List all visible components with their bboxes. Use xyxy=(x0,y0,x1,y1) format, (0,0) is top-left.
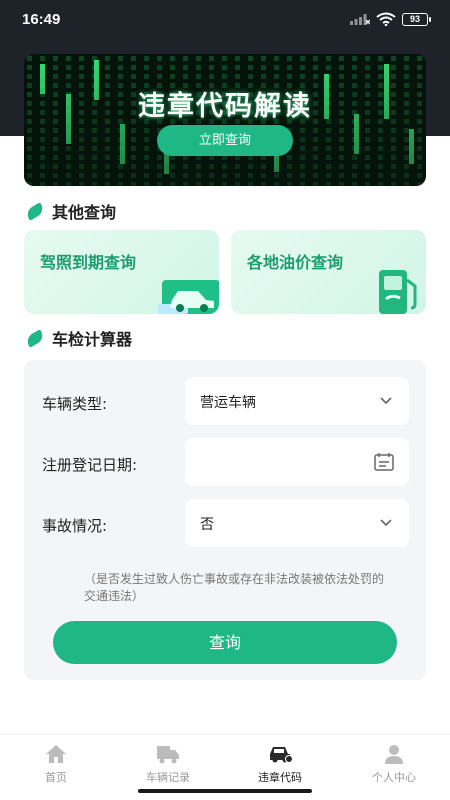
tab-profile[interactable]: 个人中心 xyxy=(338,743,450,785)
accident-select[interactable]: 否 xyxy=(185,499,409,547)
vehicle-type-value: 营运车辆 xyxy=(200,395,256,411)
home-indicator xyxy=(138,789,312,793)
tab-violation-code[interactable]: 违章代码 xyxy=(224,743,336,785)
license-expiry-card[interactable]: 驾照到期查询 xyxy=(24,230,219,314)
fuel-price-card[interactable]: 各地油价查询 xyxy=(231,230,426,314)
status-icons: 93 xyxy=(350,12,431,26)
accident-value: 否 xyxy=(200,517,214,533)
violation-code-banner[interactable]: 违章代码解读 立即查询 xyxy=(24,54,426,186)
leaf-icon xyxy=(24,328,46,348)
car-icon xyxy=(270,747,293,763)
battery-icon: 93 xyxy=(402,12,431,26)
leaf-icon xyxy=(24,201,46,221)
license-expiry-label: 驾照到期查询 xyxy=(40,253,137,272)
register-date-label: 注册登记日期: xyxy=(42,456,138,474)
chevron-down-icon xyxy=(380,397,392,405)
fuel-price-label: 各地油价查询 xyxy=(247,253,344,272)
chevron-down-icon xyxy=(380,519,392,527)
truck-icon xyxy=(157,746,179,764)
tab-profile-label: 个人中心 xyxy=(372,771,416,784)
inspection-calculator-title: 车检计算器 xyxy=(52,330,133,349)
fuel-pump-icon xyxy=(379,270,417,314)
status-time: 16:49 xyxy=(22,11,61,28)
query-now-button[interactable]: 立即查询 xyxy=(157,125,293,156)
accident-note: （是否发生过致人伤亡事故或存在非法改装被依法处罚的交通违法） xyxy=(84,572,385,603)
inspection-calculator-panel: 车辆类型: 营运车辆 注册登记日期: 事故情况: 否 （是否发生过致人伤亡事故或… xyxy=(24,360,426,680)
tab-home-label: 首页 xyxy=(45,771,67,784)
other-query-title: 其他查询 xyxy=(52,203,117,222)
home-icon xyxy=(46,745,66,763)
banner-title: 违章代码解读 xyxy=(138,91,312,122)
accident-label: 事故情况: xyxy=(42,517,108,535)
query-button[interactable]: 查询 xyxy=(53,621,397,664)
person-icon xyxy=(385,745,403,764)
battery-level: 93 xyxy=(409,13,420,24)
wifi-icon xyxy=(376,12,396,26)
register-date-field[interactable] xyxy=(185,438,409,486)
calendar-icon xyxy=(374,453,394,471)
signal-icon xyxy=(350,14,370,25)
inspection-calculator-heading: 车检计算器 xyxy=(24,326,133,350)
vehicle-type-label: 车辆类型: xyxy=(42,395,108,413)
tab-vehicle-records[interactable]: 车辆记录 xyxy=(112,743,224,785)
tab-vehicle-records-label: 车辆记录 xyxy=(146,771,190,784)
status-bar: 16:49 93 xyxy=(0,0,450,40)
other-query-heading: 其他查询 xyxy=(24,199,117,223)
vehicle-type-select[interactable]: 营运车辆 xyxy=(185,377,409,425)
car-illustration-icon xyxy=(158,280,219,314)
tab-violation-code-label: 违章代码 xyxy=(258,771,302,784)
tab-home[interactable]: 首页 xyxy=(0,743,112,785)
